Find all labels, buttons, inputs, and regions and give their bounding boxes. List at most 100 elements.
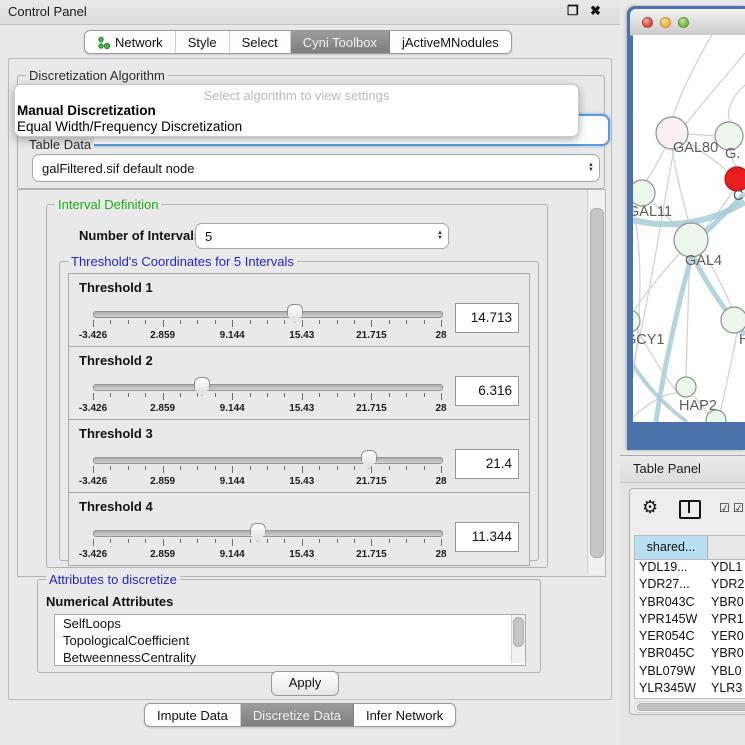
table-column-header[interactable]: shared...: [635, 536, 708, 559]
tab-select[interactable]: Select: [230, 31, 291, 53]
threshold-panel-3: Threshold 3 -3.4262.8599.14415.4321.71528…: [68, 419, 530, 493]
table-row[interactable]: YBL079WYBL0: [635, 664, 745, 681]
numerical-attributes-list[interactable]: SelfLoopsTopologicalCoefficientBetweenne…: [54, 614, 526, 666]
scrollbar-thumb[interactable]: [513, 617, 524, 647]
slider-tick: [250, 466, 251, 470]
tab-impute-data[interactable]: Impute Data: [145, 704, 241, 726]
slider-thumb[interactable]: [287, 304, 303, 323]
slider-tick-label: -3.426: [79, 476, 107, 487]
float-window-icon[interactable]: ❐: [567, 3, 579, 19]
table-row[interactable]: YDL19...YDL1: [635, 560, 745, 577]
minimize-button[interactable]: [660, 17, 671, 28]
list-scrollbar[interactable]: [511, 615, 525, 663]
slider-tick: [93, 539, 94, 546]
vertical-scrollbar[interactable]: [587, 190, 605, 574]
slider-tick: [267, 466, 268, 470]
slider-tick-label: 2.859: [150, 330, 175, 341]
checkbox-icon[interactable]: ☑: [719, 501, 730, 515]
threshold-label: Threshold 2: [79, 353, 153, 368]
slider-track: [93, 384, 443, 391]
table-cell: YBR045C: [635, 646, 708, 663]
network-node-gal4[interactable]: [674, 223, 708, 257]
number-of-intervals-spinner[interactable]: 5 ▲▼: [195, 223, 449, 249]
threshold-value-field[interactable]: 21.4: [455, 449, 519, 479]
control-panel-titlebar: Control Panel ❐ ✖: [0, 0, 620, 25]
tab-network[interactable]: Network: [85, 31, 176, 53]
slider-tick-label: 28: [435, 403, 446, 414]
combobox-stepper-icon: ▲▼: [583, 163, 599, 173]
slider-tick: [145, 539, 146, 543]
apply-button[interactable]: Apply: [271, 671, 339, 696]
slider-tick: [371, 320, 372, 327]
slider-tick: [302, 466, 303, 473]
split-column-icon[interactable]: [679, 500, 701, 519]
threshold-slider-1[interactable]: -3.4262.8599.14415.4321.71528: [93, 302, 441, 344]
attribute-list-item[interactable]: TopologicalCoefficient: [55, 632, 525, 649]
network-node-gal11[interactable]: [633, 180, 655, 206]
slider-tick-label: -3.426: [79, 549, 107, 560]
slider-thumb[interactable]: [250, 523, 266, 542]
close-icon[interactable]: ✖: [590, 3, 601, 19]
table-cell: YBL079W: [635, 664, 708, 681]
close-button[interactable]: [642, 17, 653, 28]
dropdown-placeholder: Select algorithm to view settings: [15, 85, 578, 103]
tab-cyni-toolbox[interactable]: Cyni Toolbox: [291, 31, 390, 53]
table-row[interactable]: YER054CYER0: [635, 629, 745, 646]
threshold-label: Threshold 3: [79, 426, 153, 441]
attribute-list-item[interactable]: SelfLoops: [55, 615, 525, 632]
checkbox-icon[interactable]: ☑: [733, 501, 744, 515]
table-data-combobox[interactable]: galFiltered.sif default node ▲▼: [32, 154, 600, 182]
slider-tick: [232, 393, 233, 400]
table-row[interactable]: YBR043CYBR0: [635, 595, 745, 612]
threshold-label: Threshold 4: [79, 499, 153, 514]
slider-tick: [197, 320, 198, 324]
table-cell: YBR0: [708, 595, 745, 612]
node-attribute-table[interactable]: shared...na YDL19...YDL1YDR27...YDR2YBR0…: [634, 535, 745, 699]
slider-tick-label: 9.144: [220, 330, 245, 341]
slider-tick: [93, 466, 94, 473]
horizontal-scrollbar[interactable]: [634, 701, 745, 713]
network-node-hap2[interactable]: [676, 377, 696, 397]
table-row[interactable]: YDR27...YDR2: [635, 577, 745, 594]
network-canvas[interactable]: GAL80G.CGAL11GAL4GCY1HHAP2: [633, 35, 745, 422]
dropdown-option[interactable]: Equal Width/Frequency Discretization: [15, 119, 578, 135]
slider-tick: [354, 539, 355, 543]
tab-style[interactable]: Style: [176, 31, 230, 53]
tab-jactivemnodules[interactable]: jActiveMNodules: [390, 31, 511, 53]
table-row[interactable]: YLR345WYLR3: [635, 681, 745, 698]
table-row[interactable]: YPR145WYPR1: [635, 612, 745, 629]
slider-tick: [302, 320, 303, 327]
zoom-button[interactable]: [678, 17, 689, 28]
slider-thumb[interactable]: [194, 377, 210, 396]
control-panel-content: Discretization Algorithm Table Data galF…: [8, 58, 612, 700]
table-column-header[interactable]: na: [708, 536, 745, 559]
scrollbar-thumb[interactable]: [637, 703, 745, 711]
slider-tick: [371, 539, 372, 546]
table-row[interactable]: YBR045CYBR0: [635, 646, 745, 663]
tab-infer-network[interactable]: Infer Network: [354, 704, 455, 726]
slider-tick-label: 15.43: [289, 403, 314, 414]
scrollbar-thumb[interactable]: [590, 208, 604, 558]
threshold-value-field[interactable]: 14.713: [455, 303, 519, 333]
slider-tick-label: -3.426: [79, 330, 107, 341]
attribute-list-item[interactable]: BetweennessCentrality: [55, 649, 525, 666]
slider-thumb[interactable]: [361, 450, 377, 469]
threshold-value-field[interactable]: 11.344: [455, 522, 519, 552]
tab-label: Select: [242, 35, 278, 50]
gear-icon[interactable]: ⚙: [642, 497, 658, 518]
tab-discretize-data[interactable]: Discretize Data: [241, 704, 354, 726]
threshold-slider-3[interactable]: -3.4262.8599.14415.4321.71528: [93, 448, 441, 490]
slider-tick: [180, 320, 181, 324]
slider-tick: [337, 539, 338, 543]
spinner-value: 5: [196, 229, 432, 244]
threshold-value-field[interactable]: 6.316: [455, 376, 519, 406]
table-row[interactable]: YIL052CYIL0: [635, 698, 745, 699]
slider-tick: [424, 393, 425, 397]
threshold-slider-2[interactable]: -3.4262.8599.14415.4321.71528: [93, 375, 441, 417]
network-node-h[interactable]: [721, 307, 745, 333]
slider-tick: [337, 466, 338, 470]
threshold-slider-4[interactable]: -3.4262.8599.14415.4321.71528: [93, 521, 441, 563]
network-icon: [97, 36, 110, 49]
dropdown-option[interactable]: Manual Discretization: [15, 103, 578, 119]
tab-label: Impute Data: [157, 708, 228, 723]
